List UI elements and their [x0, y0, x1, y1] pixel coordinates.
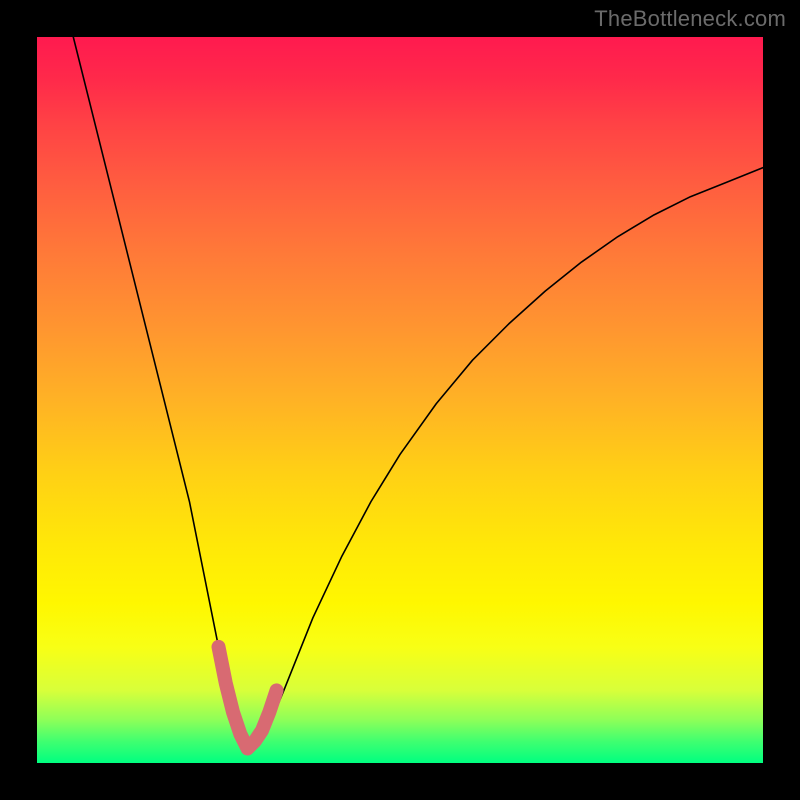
watermark-text: TheBottleneck.com	[594, 6, 786, 32]
optimal-marker-path	[219, 647, 277, 749]
bottleneck-curve-svg	[37, 37, 763, 763]
plot-area	[37, 37, 763, 763]
chart-frame: TheBottleneck.com	[0, 0, 800, 800]
bottleneck-curve-path	[73, 37, 763, 748]
